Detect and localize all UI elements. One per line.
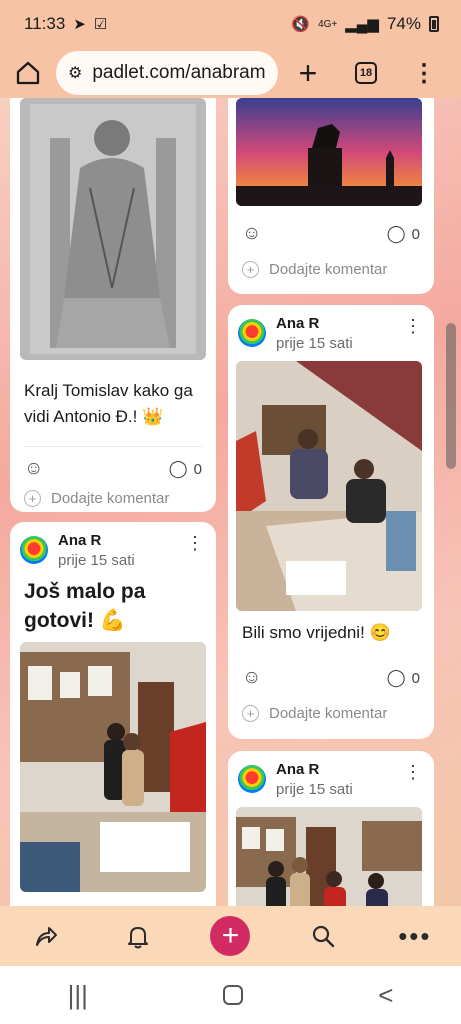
- title-line: gotovi! 💪: [24, 609, 126, 632]
- plus-icon: +: [24, 490, 41, 507]
- post-menu-button[interactable]: ⋮: [404, 317, 422, 335]
- post-caption: Bili smo vrijedni! 😊: [242, 623, 391, 642]
- divider: [24, 446, 202, 447]
- post-menu-button[interactable]: ⋮: [404, 763, 422, 781]
- post-time: prije 15 sati: [58, 552, 135, 569]
- tabs-button[interactable]: 18: [348, 55, 384, 91]
- post-image[interactable]: [236, 807, 422, 906]
- comment-bubble-icon: ◯: [386, 224, 406, 243]
- signal-icon: ▂▄▆: [345, 16, 379, 33]
- post-card[interactable]: Ana R prije 15 sati ⋮ Još malo pa gotovi…: [10, 522, 216, 906]
- reaction-row: ☺ ◯ 0: [24, 458, 202, 480]
- post-card[interactable]: Ana R prije 15 sati ⋮ Bili smo vrijedni!…: [228, 305, 434, 739]
- bottom-toolbar: + •••: [0, 906, 461, 966]
- home-button[interactable]: [10, 55, 46, 91]
- url-text: padlet.com/anabram: [92, 62, 266, 83]
- status-bar: 11:33 ➤ ☑ 🔇 4G+ ▂▄▆ 74%: [0, 0, 461, 48]
- post-caption: Kralj Tomislav kako ga vidi Antonio Đ.! …: [24, 378, 193, 430]
- share-icon: [36, 927, 58, 946]
- mute-icon: 🔇: [291, 16, 311, 33]
- share-button[interactable]: [24, 914, 68, 958]
- comment-bubble-icon: ◯: [168, 459, 188, 478]
- post-menu-button[interactable]: ⋮: [186, 534, 204, 552]
- notifications-button[interactable]: [116, 914, 160, 958]
- post-image[interactable]: [236, 361, 422, 611]
- back-icon[interactable]: <: [378, 980, 393, 1011]
- post-time: prije 15 sati: [276, 781, 353, 798]
- post-header: Ana R prije 15 sati ⋮: [10, 522, 216, 578]
- telegram-icon: ➤: [73, 16, 86, 33]
- browser-toolbar: ⚙ padlet.com/anabram + 18 ⋮: [0, 48, 461, 98]
- caption-line: Kralj Tomislav kako ga: [24, 381, 193, 400]
- post-image[interactable]: [20, 98, 206, 360]
- add-icon: +: [210, 916, 251, 956]
- recent-apps-icon[interactable]: |||: [68, 980, 88, 1011]
- post-header: Ana R prije 15 sati ⋮: [228, 305, 434, 361]
- avatar[interactable]: [20, 536, 48, 564]
- battery-percent: 74%: [386, 14, 421, 33]
- home-icon: [16, 61, 40, 85]
- comment-bubble-icon: ◯: [386, 668, 406, 687]
- author-name: Ana R: [276, 761, 320, 778]
- add-comment-button[interactable]: + Dodajte komentar: [242, 261, 387, 278]
- author-name: Ana R: [58, 532, 102, 549]
- bell-icon: [128, 927, 149, 949]
- reaction-row: ☺ ◯ 0: [242, 223, 420, 245]
- post-card[interactable]: Kralj Tomislav kako ga vidi Antonio Đ.! …: [10, 98, 216, 512]
- more-icon: •••: [398, 920, 432, 951]
- author-name: Ana R: [276, 315, 320, 332]
- search-button[interactable]: [301, 914, 345, 958]
- post-card[interactable]: ☺ ◯ 0 + Dodajte komentar: [228, 98, 434, 294]
- title-line: Još malo pa: [24, 580, 146, 603]
- status-time: 11:33: [24, 14, 66, 33]
- padlet-board[interactable]: Kralj Tomislav kako ga vidi Antonio Đ.! …: [0, 98, 461, 906]
- home-circle-icon[interactable]: [223, 985, 244, 1005]
- add-reaction-icon[interactable]: ☺: [24, 458, 43, 480]
- search-icon: [312, 925, 334, 948]
- plus-icon: +: [242, 705, 259, 722]
- network-type: 4G+: [318, 18, 338, 30]
- browser-menu-button[interactable]: ⋮: [406, 55, 442, 91]
- caption-line: vidi Antonio Đ.! 👑: [24, 407, 164, 426]
- post-image[interactable]: [236, 98, 422, 206]
- post-header: Ana R prije 15 sati ⋮: [228, 751, 434, 807]
- add-reaction-icon[interactable]: ☺: [242, 223, 261, 245]
- comment-count[interactable]: ◯ 0: [387, 224, 420, 244]
- new-tab-button[interactable]: +: [290, 55, 326, 91]
- add-reaction-icon[interactable]: ☺: [242, 667, 261, 689]
- avatar[interactable]: [238, 319, 266, 347]
- avatar[interactable]: [238, 765, 266, 793]
- add-comment-button[interactable]: + Dodajte komentar: [24, 490, 169, 507]
- more-button[interactable]: •••: [393, 914, 437, 958]
- add-post-button[interactable]: +: [208, 914, 252, 958]
- reaction-row: ☺ ◯ 0: [242, 667, 420, 689]
- add-comment-button[interactable]: + Dodajte komentar: [242, 705, 387, 722]
- check-icon: ☑: [93, 16, 108, 33]
- post-title: Još malo pa gotovi! 💪: [24, 577, 145, 635]
- comment-count[interactable]: ◯ 0: [387, 668, 420, 688]
- post-image[interactable]: [20, 642, 206, 892]
- scrollbar[interactable]: [446, 323, 456, 469]
- tab-count: 18: [355, 62, 377, 84]
- battery-icon: [429, 16, 439, 32]
- site-settings-icon[interactable]: ⚙: [68, 63, 82, 83]
- plus-icon: +: [242, 261, 259, 278]
- post-time: prije 15 sati: [276, 335, 353, 352]
- post-card[interactable]: Ana R prije 15 sati ⋮: [228, 751, 434, 906]
- address-bar[interactable]: ⚙ padlet.com/anabram: [56, 51, 278, 95]
- system-navigation-bar: ||| <: [0, 966, 461, 1024]
- comment-count[interactable]: ◯ 0: [169, 459, 202, 479]
